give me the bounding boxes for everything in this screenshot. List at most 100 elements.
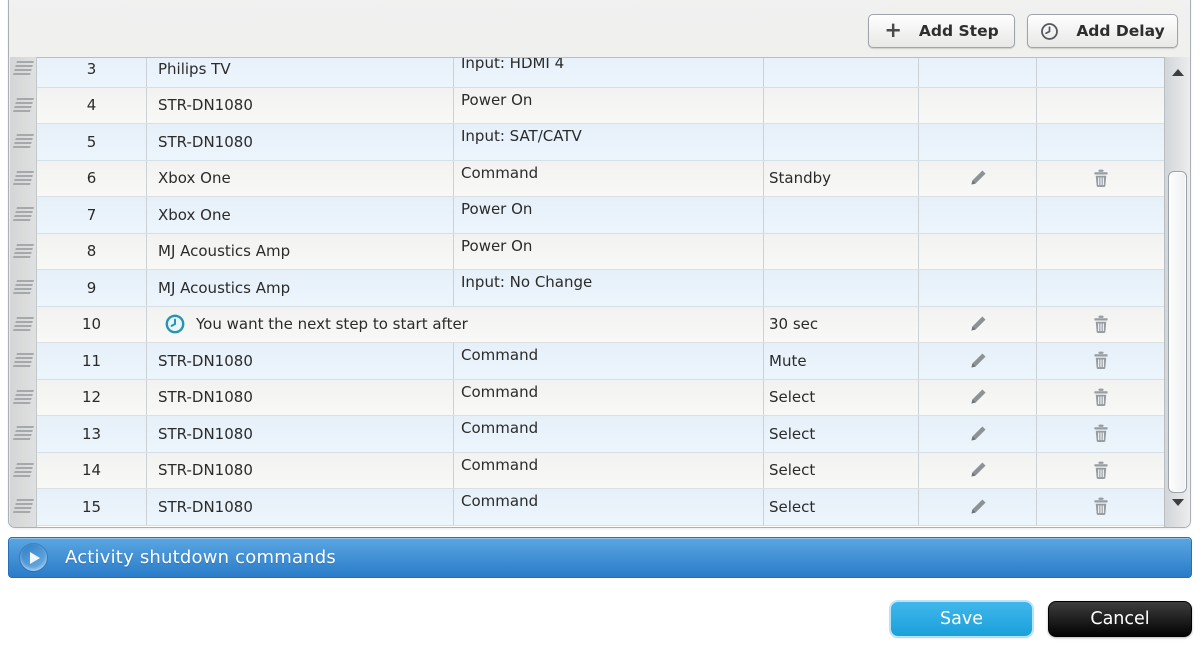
pencil-icon bbox=[969, 425, 987, 443]
scroll-up-button[interactable] bbox=[1165, 69, 1191, 76]
delay-clock-icon bbox=[165, 314, 185, 334]
drag-handle-icon[interactable] bbox=[11, 58, 36, 78]
drag-handle-icon[interactable] bbox=[11, 423, 36, 443]
steps-table: 3Philips TVInput: HDMI 44STR-DN1080Power… bbox=[37, 57, 1165, 527]
delay-description: You want the next step to start after bbox=[147, 307, 764, 343]
drag-handle-icon[interactable] bbox=[11, 131, 36, 151]
cancel-button[interactable]: Cancel bbox=[1048, 601, 1192, 637]
drag-handle-icon[interactable] bbox=[11, 241, 36, 261]
plus-icon: + bbox=[884, 20, 902, 41]
trash-icon bbox=[1092, 315, 1110, 334]
edit-step-button[interactable] bbox=[965, 165, 991, 191]
step-value: 30 sec bbox=[764, 307, 919, 343]
trash-icon bbox=[1092, 169, 1110, 188]
handle-slot bbox=[10, 488, 36, 525]
table-row: 15STR-DN1080CommandSelect bbox=[37, 489, 1165, 526]
table-row: 8MJ Acoustics AmpPower On bbox=[37, 234, 1165, 271]
step-device: STR-DN1080 bbox=[147, 489, 454, 525]
drag-handle-icon[interactable] bbox=[11, 168, 36, 188]
add-step-button[interactable]: + Add Step bbox=[868, 14, 1015, 48]
edit-step-button[interactable] bbox=[965, 494, 991, 520]
handle-slot bbox=[10, 57, 36, 87]
delete-cell bbox=[1037, 57, 1165, 87]
pencil-icon bbox=[969, 498, 987, 516]
drag-handle-icon[interactable] bbox=[11, 387, 36, 407]
handle-slot bbox=[10, 196, 36, 233]
table-row: 5STR-DN1080Input: SAT/CATV bbox=[37, 124, 1165, 161]
trash-icon bbox=[1092, 351, 1110, 370]
edit-cell bbox=[919, 197, 1037, 233]
step-number: 12 bbox=[37, 380, 147, 416]
drag-handle-icon[interactable] bbox=[11, 460, 36, 480]
edit-cell bbox=[919, 234, 1037, 270]
drag-handle-icon[interactable] bbox=[11, 204, 36, 224]
edit-cell bbox=[919, 88, 1037, 124]
clock-icon bbox=[1040, 22, 1059, 41]
delete-cell bbox=[1037, 380, 1165, 416]
step-value bbox=[764, 57, 919, 87]
scrollbar-thumb[interactable] bbox=[1168, 171, 1187, 493]
step-command: Command bbox=[454, 161, 764, 197]
save-button[interactable]: Save bbox=[890, 601, 1033, 637]
step-number: 5 bbox=[37, 124, 147, 160]
delete-step-button[interactable] bbox=[1088, 165, 1114, 191]
drag-handle-icon[interactable] bbox=[11, 314, 36, 334]
step-device: STR-DN1080 bbox=[147, 453, 454, 489]
scroll-down-button[interactable] bbox=[1165, 499, 1191, 506]
table-row: 4STR-DN1080Power On bbox=[37, 88, 1165, 125]
vertical-scrollbar[interactable] bbox=[1164, 57, 1191, 527]
delete-step-button[interactable] bbox=[1088, 494, 1114, 520]
edit-step-button[interactable] bbox=[965, 311, 991, 337]
step-device: Philips TV bbox=[147, 57, 454, 87]
pencil-icon bbox=[969, 388, 987, 406]
step-value: Select bbox=[764, 489, 919, 525]
step-command: Power On bbox=[454, 88, 764, 124]
drag-handle-icon[interactable] bbox=[11, 95, 36, 115]
shutdown-commands-header[interactable]: Activity shutdown commands bbox=[8, 537, 1192, 578]
step-device: STR-DN1080 bbox=[147, 124, 454, 160]
step-number: 7 bbox=[37, 197, 147, 233]
handle-slot bbox=[10, 306, 36, 343]
edit-step-button[interactable] bbox=[965, 421, 991, 447]
activity-editor: + Add Step Add Delay 3Philips TVInput: H… bbox=[0, 0, 1200, 646]
add-step-label: Add Step bbox=[919, 22, 999, 40]
step-number: 4 bbox=[37, 88, 147, 124]
table-row: 6Xbox OneCommandStandby bbox=[37, 161, 1165, 198]
delete-step-button[interactable] bbox=[1088, 384, 1114, 410]
trash-icon bbox=[1092, 388, 1110, 407]
step-command: Power On bbox=[454, 234, 764, 270]
handle-slot bbox=[10, 123, 36, 160]
expand-section-button[interactable] bbox=[20, 544, 47, 571]
trash-icon bbox=[1092, 461, 1110, 480]
table-row: 3Philips TVInput: HDMI 4 bbox=[37, 57, 1165, 88]
edit-step-button[interactable] bbox=[965, 348, 991, 374]
handle-slot bbox=[10, 415, 36, 452]
delete-cell bbox=[1037, 88, 1165, 124]
delete-step-button[interactable] bbox=[1088, 348, 1114, 374]
edit-step-button[interactable] bbox=[965, 384, 991, 410]
add-delay-button[interactable]: Add Delay bbox=[1027, 14, 1178, 48]
step-command: Command bbox=[454, 489, 764, 525]
step-command: Command bbox=[454, 453, 764, 489]
edit-cell bbox=[919, 343, 1037, 379]
step-command: Input: No Change bbox=[454, 270, 764, 306]
edit-cell bbox=[919, 489, 1037, 525]
step-number: 3 bbox=[37, 57, 147, 87]
step-value: Select bbox=[764, 380, 919, 416]
step-command: Power On bbox=[454, 197, 764, 233]
steps-panel: + Add Step Add Delay 3Philips TVInput: H… bbox=[8, 0, 1191, 528]
drag-handle-icon[interactable] bbox=[11, 350, 36, 370]
edit-step-button[interactable] bbox=[965, 457, 991, 483]
table-row: 12STR-DN1080CommandSelect bbox=[37, 380, 1165, 417]
handle-slot bbox=[10, 379, 36, 416]
delay-row: 10You want the next step to start after3… bbox=[37, 307, 1165, 344]
delete-step-button[interactable] bbox=[1088, 311, 1114, 337]
drag-handle-icon[interactable] bbox=[11, 496, 36, 516]
delete-step-button[interactable] bbox=[1088, 457, 1114, 483]
drag-handle-icon[interactable] bbox=[11, 277, 36, 297]
delete-cell bbox=[1037, 307, 1165, 343]
delete-step-button[interactable] bbox=[1088, 421, 1114, 447]
handle-slot bbox=[10, 233, 36, 270]
pencil-icon bbox=[969, 315, 987, 333]
step-value: Standby bbox=[764, 161, 919, 197]
